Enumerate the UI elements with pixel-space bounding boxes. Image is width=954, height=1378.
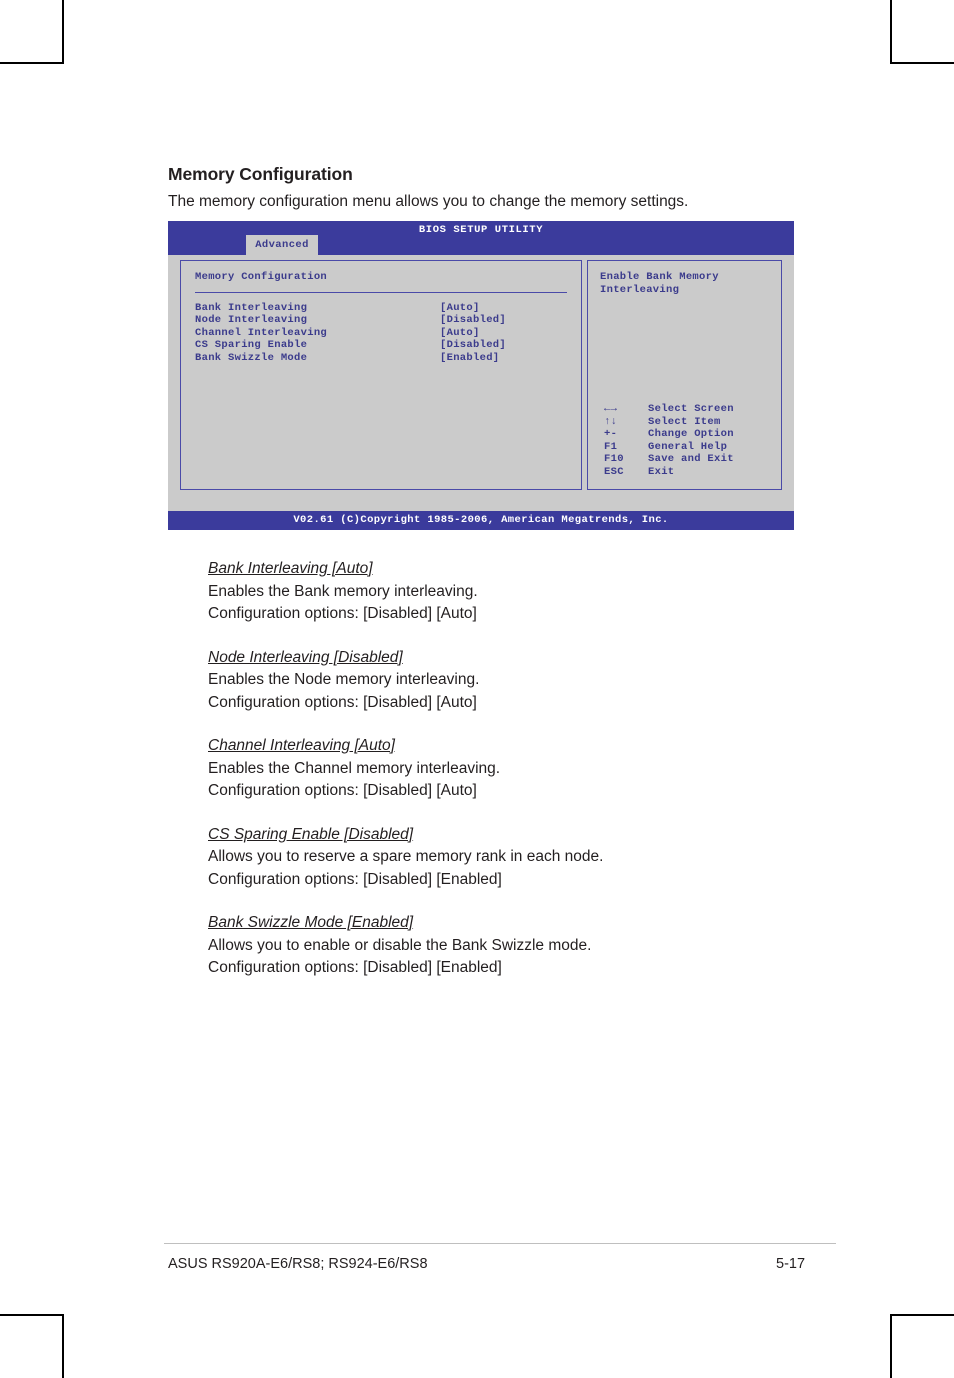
option-value[interactable]: [Disabled] <box>440 339 506 351</box>
option-value[interactable]: [Enabled] <box>440 352 499 364</box>
plus-minus-icon: +- <box>604 428 618 441</box>
description-title: Channel Interleaving [Auto] <box>208 737 395 754</box>
crop-mark-top-right <box>890 0 954 64</box>
f1-key-icon: F1 <box>604 440 618 453</box>
description-line: Enables the Node memory interleaving. <box>208 671 480 688</box>
f10-key-icon: F10 <box>604 453 624 466</box>
bios-panel-title: Memory Configuration <box>195 271 328 283</box>
bios-option-row[interactable]: Bank Swizzle Mode [Enabled] <box>195 352 570 364</box>
description-line: Enables the Bank memory interleaving. <box>208 582 478 600</box>
description-line: Allows you to reserve a spare memory ran… <box>208 848 604 865</box>
option-label: Channel Interleaving <box>195 326 328 339</box>
option-value[interactable]: [Disabled] <box>440 314 506 326</box>
footer-divider <box>164 1243 836 1244</box>
description-block: Bank Swizzle Mode [Enabled] Allows you t… <box>208 912 828 980</box>
description-block: Node Interleaving [Disabled] Enables the… <box>208 647 828 715</box>
legend-description: General Help <box>648 440 728 453</box>
bios-setup-screen: BIOS SETUP UTILITY Advanced Memory Confi… <box>168 221 794 530</box>
left-right-arrow-icon: ←→ <box>604 403 618 415</box>
bios-option-row[interactable]: Channel Interleaving [Auto] <box>195 327 570 339</box>
bios-option-row[interactable]: CS Sparing Enable [Disabled] <box>195 339 570 351</box>
option-label: CS Sparing Enable <box>195 339 308 352</box>
bios-option-row[interactable]: Node Interleaving [Disabled] <box>195 314 570 326</box>
option-value[interactable]: [Auto] <box>440 327 480 339</box>
footer-page-number: 5-17 <box>776 1256 806 1272</box>
tab-advanced[interactable]: Advanced <box>246 235 318 255</box>
crop-mark-bottom-left <box>0 1314 64 1378</box>
legend-description: Exit <box>648 465 675 478</box>
crop-mark-top-left <box>0 0 64 64</box>
bios-copyright-footer: V02.61 (C)Copyright 1985-2006, American … <box>168 511 794 530</box>
description-title: Node Interleaving [Disabled] <box>208 648 403 666</box>
footer-product-name: ASUS RS920A-E6/RS8; RS924-E6/RS8 <box>168 1256 428 1272</box>
section-intro-text: The memory configuration menu allows you… <box>168 193 689 210</box>
description-line: Enables the Channel memory interleaving. <box>208 759 501 777</box>
description-block: CS Sparing Enable [Disabled] Allows you … <box>208 824 828 892</box>
help-description-text: Enable Bank Memory Interleaving <box>600 271 719 297</box>
description-title: CS Sparing Enable [Disabled] <box>208 825 414 843</box>
description-config-options: Configuration options: [Disabled] [Auto] <box>208 782 477 799</box>
bios-help-panel: Enable Bank Memory Interleaving ←→ Selec… <box>587 260 782 490</box>
option-label: Bank Swizzle Mode <box>195 351 308 364</box>
bios-option-list: Bank Interleaving [Auto] Node Interleavi… <box>195 302 570 364</box>
bios-option-row[interactable]: Bank Interleaving [Auto] <box>195 302 570 314</box>
description-config-options: Configuration options: [Disabled] [Auto] <box>208 693 477 711</box>
description-config-options: Configuration options: [Disabled] [Enabl… <box>208 959 502 976</box>
page-title: Memory Configuration <box>168 164 353 184</box>
option-descriptions: Bank Interleaving [Auto] Enables the Ban… <box>208 558 828 1001</box>
bios-body: Memory Configuration Bank Interleaving [… <box>168 255 794 496</box>
legend-description: Select Screen <box>648 403 734 415</box>
legend-description: Save and Exit <box>648 453 734 466</box>
description-title: Bank Swizzle Mode [Enabled] <box>208 914 414 931</box>
crop-mark-bottom-right <box>890 1314 954 1378</box>
description-config-options: Configuration options: [Disabled] [Auto] <box>208 605 477 622</box>
option-value[interactable]: [Auto] <box>440 302 480 314</box>
panel-divider <box>195 292 567 293</box>
bios-settings-panel: Memory Configuration Bank Interleaving [… <box>180 260 582 490</box>
option-label: Node Interleaving <box>195 314 308 327</box>
description-line: Allows you to enable or disable the Bank… <box>208 936 592 954</box>
legend-description: Change Option <box>648 428 734 441</box>
description-title: Bank Interleaving [Auto] <box>208 560 373 577</box>
page-content: Memory Configuration The memory configur… <box>164 0 836 1378</box>
up-down-arrow-icon: ↑↓ <box>604 415 618 428</box>
esc-key-icon: ESC <box>604 465 624 478</box>
option-label: Bank Interleaving <box>195 302 308 314</box>
description-block: Bank Interleaving [Auto] Enables the Ban… <box>208 558 828 626</box>
description-config-options: Configuration options: [Disabled] [Enabl… <box>208 870 502 888</box>
bios-header-bar: BIOS SETUP UTILITY Advanced <box>168 221 794 255</box>
legend-description: Select Item <box>648 415 721 428</box>
description-block: Channel Interleaving [Auto] Enables the … <box>208 735 828 803</box>
